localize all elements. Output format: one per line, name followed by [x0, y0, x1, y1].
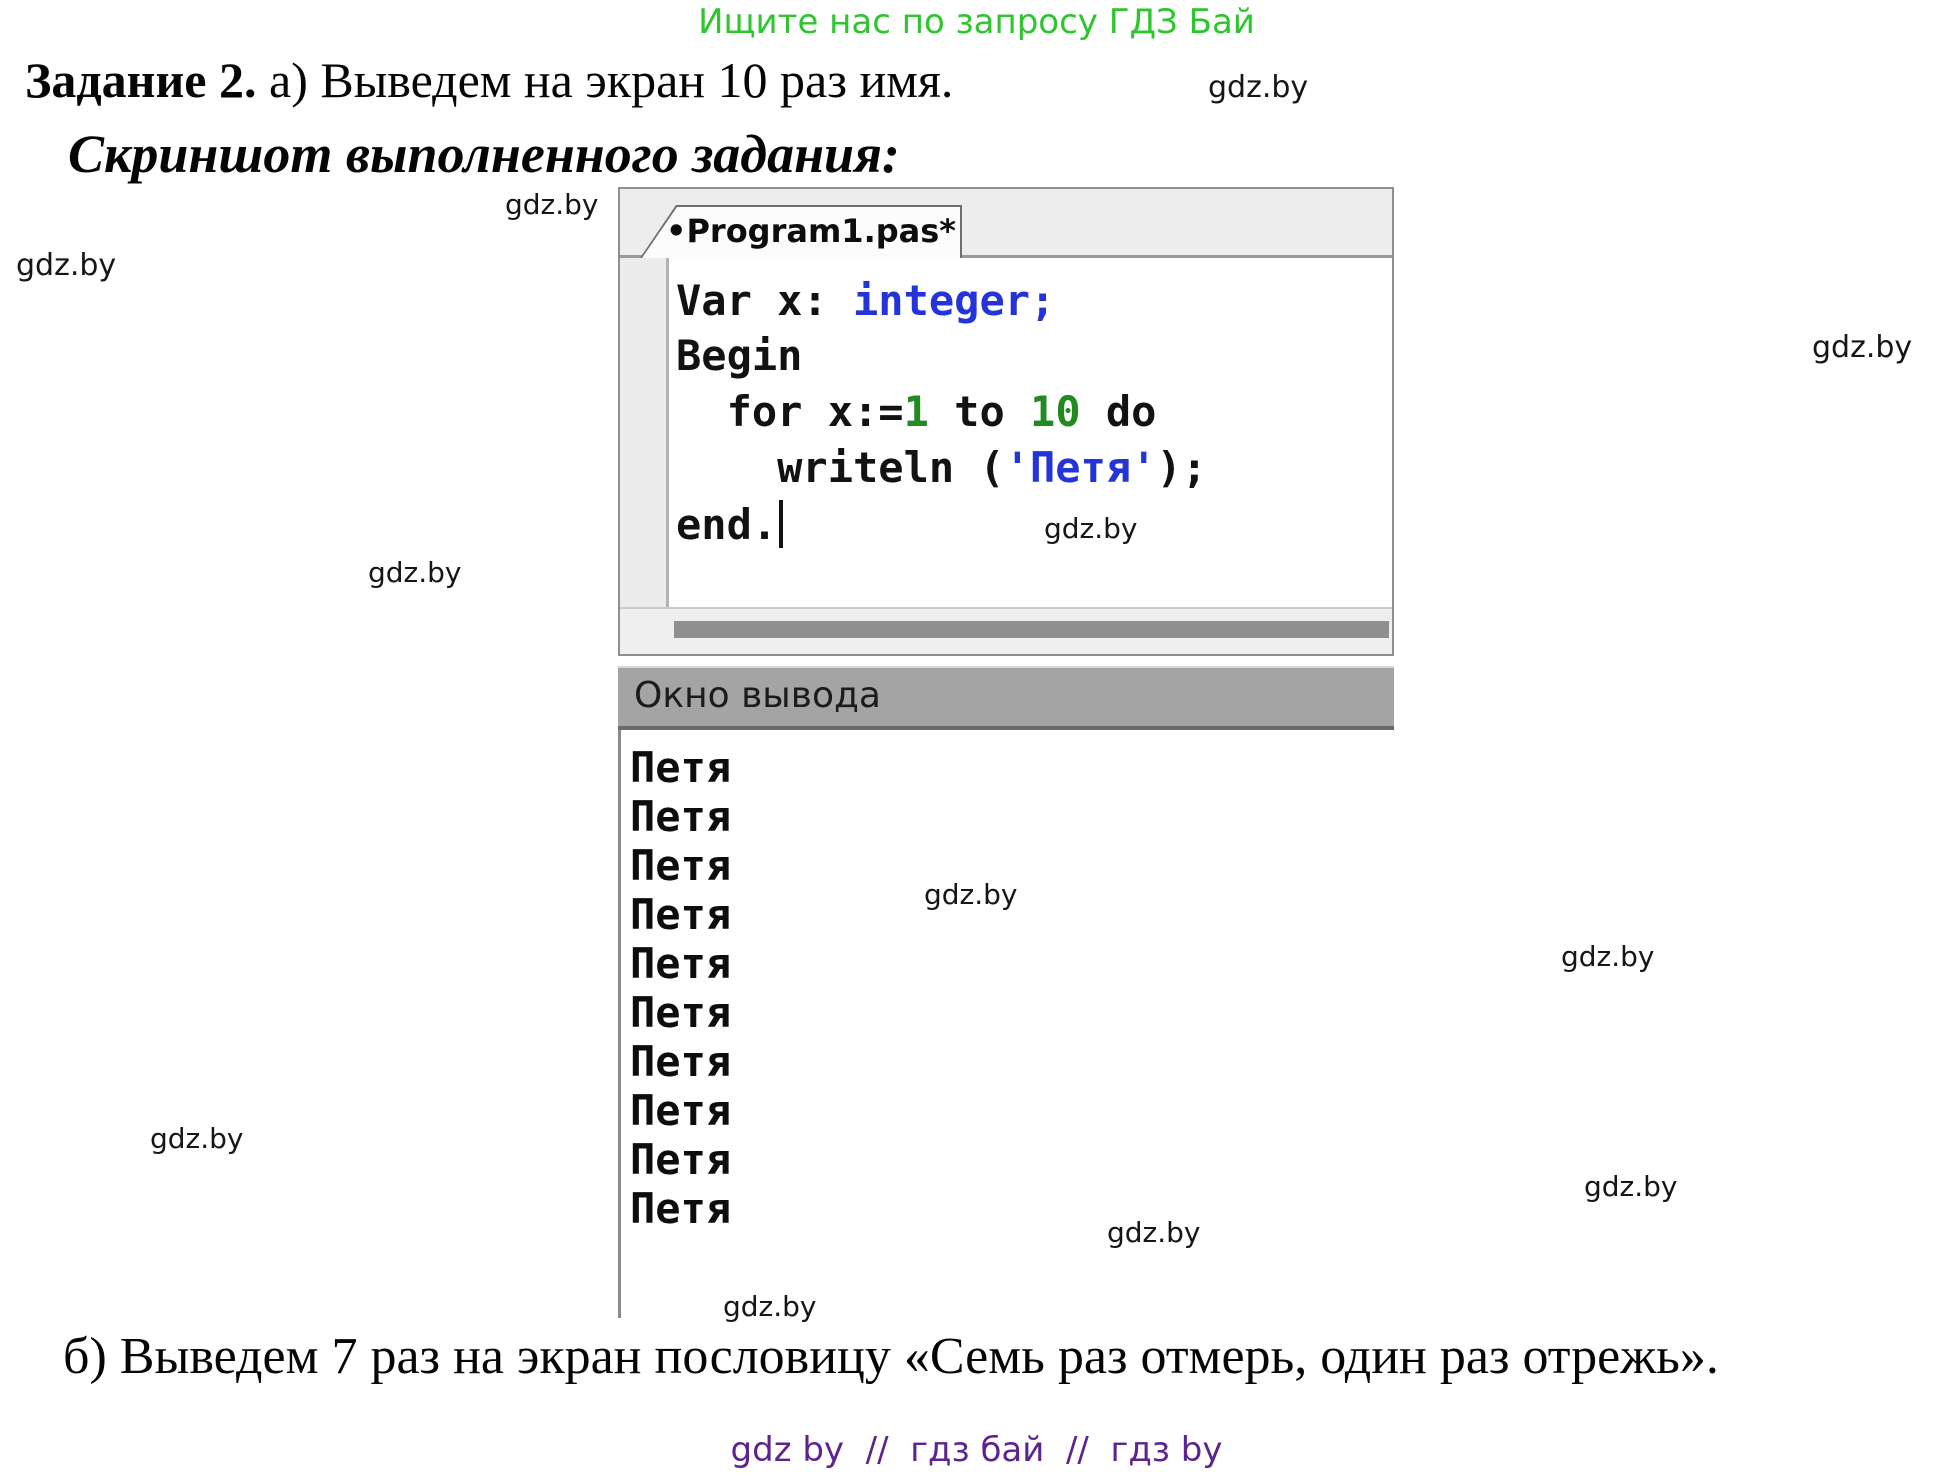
- output-window-header: Окно вывода: [618, 666, 1394, 730]
- code-line: end.: [676, 500, 783, 549]
- output-line: Петя: [630, 941, 1394, 990]
- horizontal-scrollbar: [620, 607, 1392, 654]
- code-line: Begin: [676, 332, 802, 380]
- watermark: gdz.by: [723, 1290, 817, 1323]
- code-editor[interactable]: Var x: integer; Begin for x:=1 to 10 do w…: [620, 258, 1392, 609]
- watermark: gdz.by: [1584, 1170, 1678, 1203]
- output-line: Петя: [630, 1039, 1394, 1088]
- code-line: Var x: integer;: [676, 277, 1055, 325]
- output-line: Петя: [630, 1088, 1394, 1137]
- horizontal-scrollbar-thumb[interactable]: [674, 621, 1389, 638]
- pascal-ide-editor-panel: •Program1.pas* Var x: integer; Begin for …: [618, 187, 1394, 656]
- footer-links: gdz by // гдз бай // гдз by: [0, 1430, 1953, 1470]
- watermark: gdz.by: [150, 1122, 244, 1155]
- watermark: gdz.by: [1044, 512, 1138, 545]
- watermark: gdz.by: [368, 556, 462, 589]
- editor-tab-label: •Program1.pas*: [640, 205, 962, 258]
- promo-banner: Ищите нас по запросу ГДЗ Бай: [0, 2, 1953, 42]
- screenshot-caption: Скриншот выполненного задания:: [68, 122, 900, 186]
- watermark: gdz.by: [1208, 70, 1308, 105]
- output-window-title: Окно вывода: [618, 668, 1394, 724]
- watermark: gdz.by: [1561, 940, 1655, 973]
- task-heading: Задание 2. а) Выведем на экран 10 раз им…: [25, 50, 1325, 110]
- output-window-body: ПетяПетяПетяПетяПетяПетяПетяПетяПетяПетя: [618, 730, 1394, 1318]
- text-cursor: [779, 500, 783, 548]
- output-line: Петя: [630, 794, 1394, 843]
- watermark: gdz.by: [1812, 330, 1912, 365]
- watermark: gdz.by: [505, 188, 599, 221]
- output-line: Петя: [630, 1186, 1394, 1235]
- watermark: gdz.by: [1107, 1216, 1201, 1249]
- code-line: for x:=1 to 10 do: [676, 388, 1156, 436]
- output-line: Петя: [630, 1137, 1394, 1186]
- output-line: Петя: [630, 990, 1394, 1039]
- watermark: gdz.by: [924, 878, 1018, 911]
- task-number: Задание 2.: [25, 52, 257, 108]
- watermark: gdz.by: [16, 248, 116, 283]
- output-line: Петя: [630, 745, 1394, 794]
- task-b-text: б) Выведем 7 раз на экран пословицу «Сем…: [63, 1326, 1953, 1388]
- editor-tab-program1[interactable]: •Program1.pas*: [640, 205, 962, 258]
- task-text: а) Выведем на экран 10 раз имя.: [257, 52, 954, 108]
- page: Ищите нас по запросу ГДЗ Бай Задание 2. …: [0, 0, 1953, 1476]
- editor-gutter: [620, 258, 669, 609]
- code-line: writeln ('Петя');: [676, 444, 1207, 492]
